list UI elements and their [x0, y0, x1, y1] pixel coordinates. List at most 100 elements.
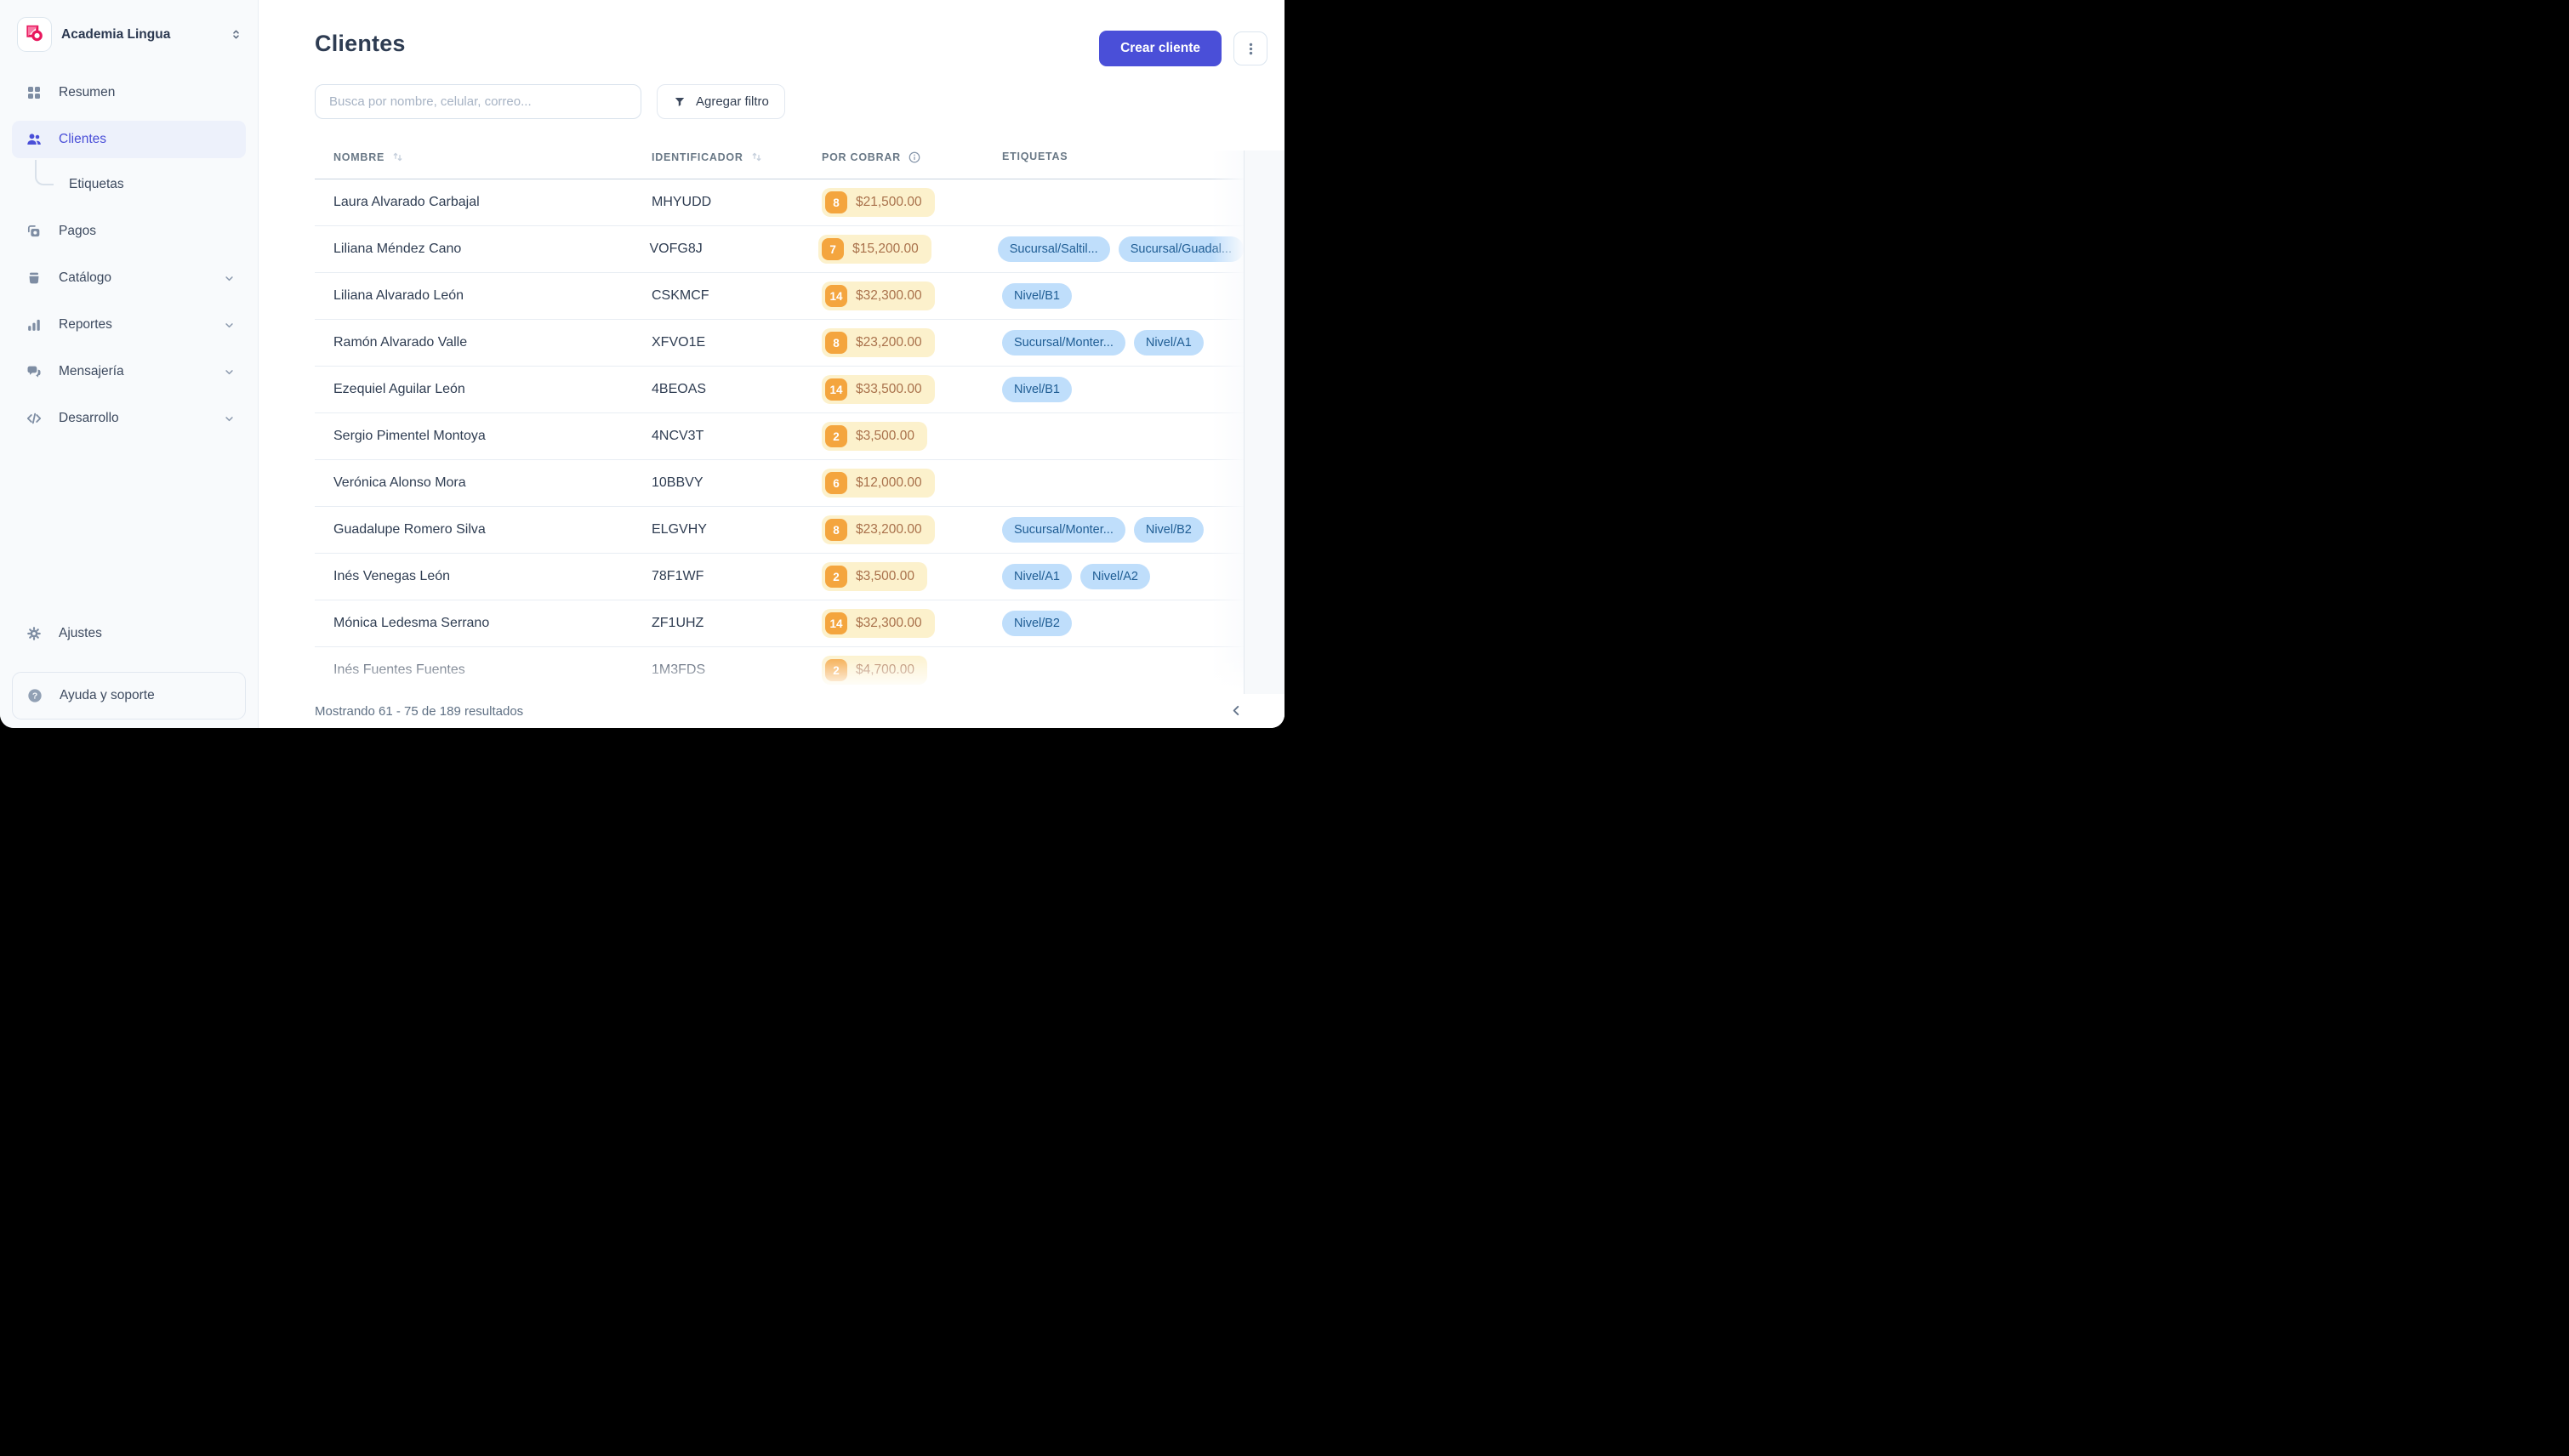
tag-chip: Nivel/A1 [1134, 330, 1204, 355]
table-header-row: NOMBRE IDENTIFICADOR [315, 151, 1244, 179]
client-name: Ramón Alvarado Valle [315, 335, 652, 350]
tag-chip: Nivel/A1 [1002, 564, 1072, 589]
tags-cell: Nivel/B1 [1002, 377, 1244, 402]
workspace-switcher[interactable]: Academia Lingua [12, 17, 246, 52]
receivable-pill: 8 $21,500.00 [822, 188, 935, 217]
receivable-pill: 2$3,500.00 [822, 562, 927, 591]
search-input[interactable] [315, 84, 641, 119]
invoice-count-badge: 14 [825, 612, 847, 634]
header-actions: Crear cliente [1099, 31, 1267, 66]
sidebar-item-mensajería[interactable]: Mensajería [12, 353, 246, 390]
receivable-cell: 14$32,300.00 [822, 282, 1002, 310]
table-row[interactable]: Laura Alvarado CarbajalMHYUDD8$21,500.00 [315, 179, 1244, 226]
sort-icon[interactable] [750, 151, 763, 163]
chevron-down-icon [223, 272, 236, 285]
table-row[interactable]: Sergio Pimentel Montoya4NCV3T2$3,500.00 [315, 413, 1244, 460]
table-scroll-gutter [1244, 151, 1284, 694]
sidebar-item-label: Ajustes [59, 626, 236, 641]
sidebar-item-ayuda-soporte[interactable]: ? Ayuda y soporte [12, 672, 246, 719]
table-row[interactable]: Mónica Ledesma SerranoZF1UHZ14$32,300.00… [315, 600, 1244, 647]
table-row[interactable]: Ezequiel Aguilar León4BEOAS14$33,500.00N… [315, 367, 1244, 413]
sidebar-item-pagos[interactable]: Pagos [12, 213, 246, 250]
sidebar-item-clientes[interactable]: Clientes [12, 121, 246, 158]
table-row[interactable]: Inés Fuentes Fuentes1M3FDS2$4,700.00 [315, 647, 1244, 694]
list-controls: Agregar filtro [315, 84, 785, 119]
receivable-pill: 8$23,200.00 [822, 515, 935, 544]
info-icon[interactable] [908, 151, 921, 164]
tags-cell: Sucursal/Monter...Nivel/B2 [1002, 517, 1244, 543]
invoice-count-badge: 8 [825, 519, 847, 541]
sidebar-item-label: Clientes [59, 132, 236, 147]
table-footer: Mostrando 61 - 75 de 189 resultados [315, 694, 1284, 728]
receivable-cell: 2 $3,500.00 [822, 422, 1002, 451]
tag-chip: Nivel/B1 [1002, 283, 1072, 309]
client-name: Laura Alvarado Carbajal [315, 195, 652, 210]
archive-icon [26, 270, 43, 287]
client-name: Liliana Alvarado León [315, 288, 652, 304]
receivable-pill: 2 $3,500.00 [822, 422, 927, 451]
gear-icon [26, 625, 43, 642]
chevron-right-icon [1281, 703, 1285, 718]
card-icon [26, 223, 43, 240]
receivable-cell: 8 $21,500.00 [822, 188, 1002, 217]
table-row[interactable]: Liliana Alvarado LeónCSKMCF14$32,300.00N… [315, 273, 1244, 320]
tag-chip: Nivel/B1 [1002, 377, 1072, 402]
sidebar-item-desarrollo[interactable]: Desarrollo [12, 400, 246, 437]
table-row[interactable]: Ramón Alvarado ValleXFVO1E8$23,200.00Suc… [315, 320, 1244, 367]
column-header-identificador[interactable]: IDENTIFICADOR [652, 151, 822, 163]
receivable-amount: $12,000.00 [856, 475, 922, 491]
column-header-nombre[interactable]: NOMBRE [315, 151, 652, 163]
receivable-amount: $21,500.00 [856, 195, 922, 210]
sidebar-spacer [12, 446, 246, 615]
invoice-count-badge: 2 [825, 566, 847, 588]
clients-table: NOMBRE IDENTIFICADOR [315, 151, 1244, 694]
workspace-name: Academia Lingua [61, 27, 220, 43]
kebab-icon [1243, 41, 1259, 57]
add-filter-button[interactable]: Agregar filtro [657, 84, 785, 119]
chevron-down-icon [223, 319, 236, 332]
sidebar-item-ajustes[interactable]: Ajustes [12, 615, 246, 652]
sidebar-subitem-etiquetas[interactable]: Etiquetas [12, 168, 246, 202]
sidebar-item-reportes[interactable]: Reportes [12, 306, 246, 344]
sidebar-item-catálogo[interactable]: Catálogo [12, 259, 246, 297]
next-page-button[interactable] [1275, 697, 1284, 723]
receivable-cell: 2$3,500.00 [822, 562, 1002, 591]
add-filter-label: Agregar filtro [696, 94, 769, 109]
table-row[interactable]: Guadalupe Romero SilvaELGVHY8$23,200.00S… [315, 507, 1244, 554]
sidebar: Academia Lingua Resumen Clientes Etiquetas… [0, 0, 259, 728]
previous-page-button[interactable] [1223, 697, 1249, 723]
chat-icon [26, 363, 43, 380]
tag-chip: Nivel/B2 [1002, 611, 1072, 636]
invoice-count-badge: 8 [825, 191, 847, 213]
receivable-cell: 7$15,200.00 [818, 235, 998, 264]
sidebar-item-label: Resumen [59, 85, 236, 100]
main-content: Clientes Crear cliente [259, 0, 1284, 728]
code-icon [26, 410, 43, 427]
sort-icon[interactable] [391, 151, 404, 163]
client-identifier: 10BBVY [652, 475, 822, 491]
table-row[interactable]: Inés Venegas León78F1WF2$3,500.00Nivel/A… [315, 554, 1244, 600]
chevron-down-icon [223, 412, 236, 425]
create-client-button[interactable]: Crear cliente [1099, 31, 1222, 66]
client-identifier: 4NCV3T [652, 429, 822, 444]
more-options-button[interactable] [1233, 31, 1267, 65]
client-name: Mónica Ledesma Serrano [315, 616, 652, 631]
client-identifier: XFVO1E [652, 335, 822, 350]
brand-logo-icon [24, 22, 45, 48]
client-identifier: VOFG8J [650, 242, 819, 257]
receivable-pill: 2$4,700.00 [822, 656, 927, 685]
sidebar-item-label: Ayuda y soporte [60, 688, 155, 703]
users-icon [26, 131, 43, 148]
invoice-count-badge: 2 [825, 425, 847, 447]
invoice-count-badge: 14 [825, 378, 847, 401]
client-identifier: ZF1UHZ [652, 616, 822, 631]
sidebar-item-label: Etiquetas [69, 177, 124, 192]
chevrons-updown-icon [230, 28, 242, 41]
receivable-amount: $3,500.00 [856, 429, 914, 444]
sidebar-item-resumen[interactable]: Resumen [12, 74, 246, 111]
table-row[interactable]: Verónica Alonso Mora10BBVY6$12,000.00 [315, 460, 1244, 507]
tag-chip: Sucursal/Monter... [1002, 330, 1125, 355]
tags-cell: Nivel/B2 [1002, 611, 1244, 636]
table-row[interactable]: Liliana Méndez CanoVOFG8J7$15,200.00Sucu… [315, 226, 1244, 273]
receivable-amount: $4,700.00 [856, 663, 914, 678]
